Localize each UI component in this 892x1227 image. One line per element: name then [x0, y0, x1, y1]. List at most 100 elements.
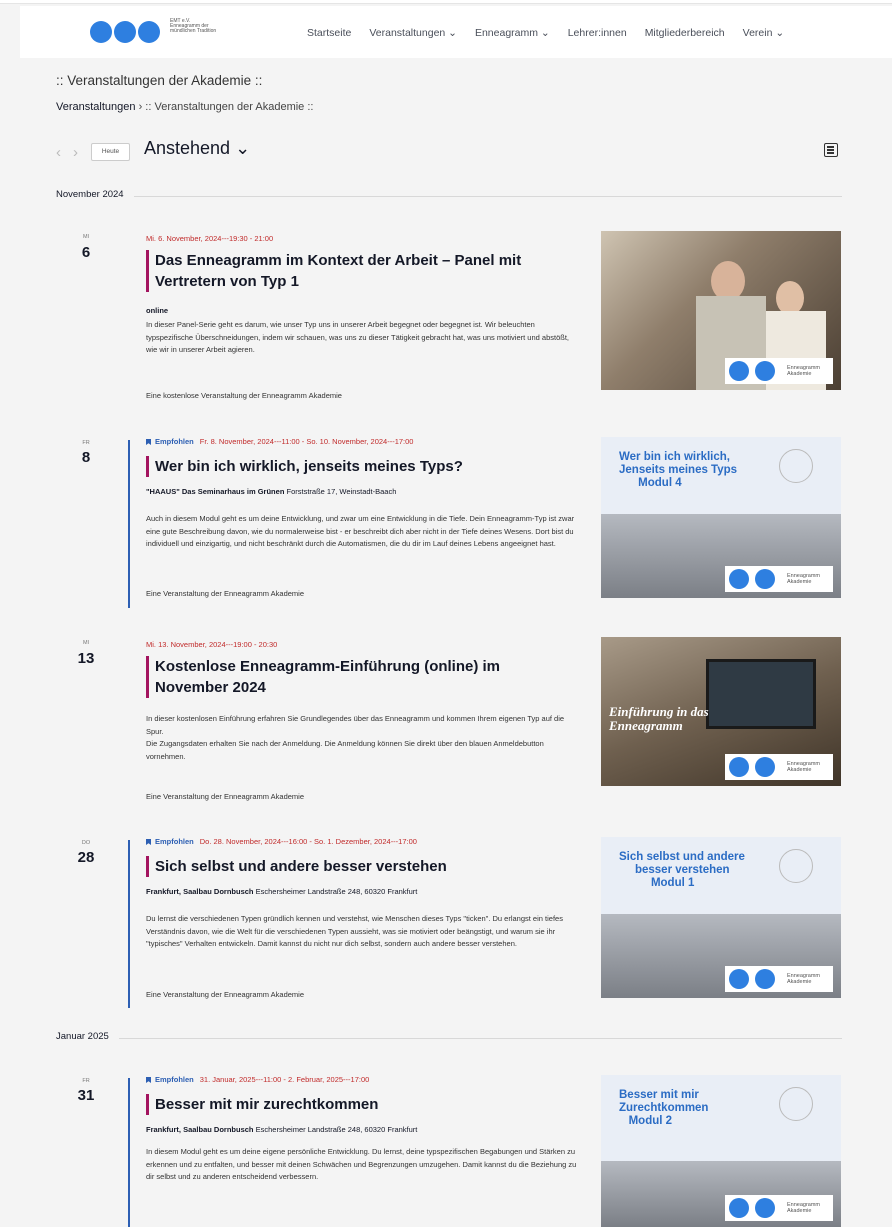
badge-circle-2 [755, 757, 775, 777]
month-separator-november: November 2024 [56, 189, 842, 203]
month-divider [56, 196, 842, 197]
badge-circle-1 [729, 1198, 749, 1218]
view-selector[interactable]: Anstehend ⌄ [144, 138, 250, 159]
bookmark-icon [146, 1077, 151, 1083]
event-day: 13 [77, 650, 95, 667]
event-weekday: FR [82, 1078, 90, 1084]
event-venue: online [146, 306, 169, 315]
event-title[interactable]: Besser mit mir zurechtkommen [146, 1094, 576, 1115]
event-day: 31 [77, 1087, 95, 1104]
bookmark-icon [146, 439, 151, 445]
event-weekday: MI [82, 640, 90, 646]
event-title[interactable]: Wer bin ich wirklich, jenseits meines Ty… [146, 456, 576, 477]
badge-text: Enneagramm Akademie [787, 761, 821, 773]
event-datetime: Empfohlen 31. Januar, 2025---11:00 - 2. F… [146, 1075, 369, 1084]
main-nav: Startseite Veranstaltungen ⌄ Enneagramm … [307, 27, 784, 39]
nav-lehrerinnen[interactable]: Lehrer:innen [568, 27, 627, 39]
image-caption: Sich selbst und andere besser verstehen … [619, 851, 745, 889]
laptop-screen [706, 659, 816, 729]
featured-badge: Empfohlen [146, 1075, 194, 1084]
nav-verein[interactable]: Verein ⌄ [743, 27, 785, 39]
event-day: 28 [77, 849, 95, 866]
event-item: MI 13 Mi. 13. November, 2024---19:00 - 2… [0, 637, 892, 807]
academy-badge: Enneagramm Akademie [725, 966, 833, 992]
event-day: 8 [81, 449, 91, 466]
nav-veranstaltungen[interactable]: Veranstaltungen ⌄ [369, 27, 457, 39]
badge-circle-2 [755, 1198, 775, 1218]
event-note: Eine Veranstaltung der Enneagramm Akadem… [146, 589, 305, 598]
image-caption: Besser mit mir Zurechtkommen Modul 2 [619, 1089, 709, 1127]
event-venue: "HAAUS" Das Seminarhaus im Grünen Forsts… [146, 487, 397, 496]
badge-circle-2 [755, 569, 775, 589]
event-description: In dieser Panel-Serie geht es darum, wie… [146, 320, 569, 354]
month-label: Januar 2025 [56, 1031, 119, 1042]
nav-startseite[interactable]: Startseite [307, 27, 351, 39]
event-datetime: Mi. 13. November, 2024---19:00 - 20:30 [146, 640, 278, 649]
event-description: Du lernst die verschiedenen Typen gründl… [146, 914, 563, 948]
logo-circle-3 [138, 21, 160, 43]
breadcrumb-current: :: Veranstaltungen der Akademie :: [145, 101, 314, 113]
list-view-icon[interactable] [824, 143, 838, 157]
top-border [0, 0, 892, 4]
speaker-head [711, 261, 745, 301]
event-weekday: DO [81, 840, 91, 846]
nav-mitgliederbereich[interactable]: Mitgliederbereich [645, 27, 725, 39]
event-image[interactable]: Wer bin ich wirklich, Jenseits meines Ty… [601, 437, 841, 598]
badge-circle-2 [755, 969, 775, 989]
site-logo[interactable]: EMT e.V. Enneagramm der mündlichen Tradi… [90, 18, 230, 48]
logo-text: EMT e.V. Enneagramm der mündlichen Tradi… [170, 18, 217, 34]
prev-arrow-icon[interactable]: ‹ [56, 144, 61, 161]
event-venue: Frankfurt, Saalbau Dornbusch Eschersheim… [146, 887, 418, 896]
event-image[interactable]: Besser mit mir Zurechtkommen Modul 2 Enn… [601, 1075, 841, 1227]
calendar-toolbar: ‹ › Heute Anstehend ⌄ [56, 138, 842, 166]
breadcrumb-separator: › [135, 101, 146, 113]
today-button[interactable]: Heute [91, 143, 130, 161]
event-datetime: Mi. 6. November, 2024---19:30 - 21:00 [146, 234, 274, 243]
image-caption: Einführung in das Enneagramm [609, 704, 709, 733]
badge-circle-1 [729, 969, 749, 989]
badge-circle-1 [729, 757, 749, 777]
featured-badge: Empfohlen [146, 437, 194, 446]
badge-text: Enneagramm Akademie [787, 973, 821, 985]
breadcrumb: Veranstaltungen › :: Veranstaltungen der… [56, 101, 313, 113]
badge-circle-1 [729, 569, 749, 589]
image-caption: Wer bin ich wirklich, Jenseits meines Ty… [619, 451, 738, 489]
logo-circle-1 [90, 21, 112, 43]
event-title[interactable]: Kostenlose Enneagramm-Einführung (online… [146, 656, 576, 698]
event-venue: Frankfurt, Saalbau Dornbusch Eschersheim… [146, 1125, 418, 1134]
academy-badge: Enneagramm Akademie [725, 754, 833, 780]
month-label: November 2024 [56, 189, 134, 200]
page-title: :: Veranstaltungen der Akademie :: [56, 73, 263, 88]
event-image[interactable]: Einführung in das Enneagramm Enneagramm … [601, 637, 841, 786]
event-image[interactable]: Enneagramm Akademie [601, 231, 841, 390]
event-image[interactable]: Sich selbst und andere besser verstehen … [601, 837, 841, 998]
event-weekday: MI [82, 234, 90, 240]
event-note: Eine Veranstaltung der Enneagramm Akadem… [146, 990, 305, 999]
attendee-head [776, 281, 804, 315]
badge-text: Enneagramm Akademie [787, 365, 821, 377]
featured-indicator [128, 840, 130, 1008]
badge-text: Enneagramm Akademie [787, 573, 821, 585]
event-description: Auch in diesem Modul geht es um deine En… [146, 514, 575, 548]
event-item: FR 31 Empfohlen 31. Januar, 2025---11:00 … [0, 1075, 892, 1227]
nav-enneagramm[interactable]: Enneagramm ⌄ [475, 27, 550, 39]
featured-indicator [128, 440, 130, 608]
next-arrow-icon[interactable]: › [73, 144, 78, 161]
event-day: 6 [81, 244, 91, 261]
event-description: In diesem Modul geht es um deine eigene … [146, 1147, 577, 1181]
event-datetime: Empfohlen Fr. 8. November, 2024---11:00 -… [146, 437, 413, 446]
month-separator-januar: Januar 2025 [56, 1031, 842, 1045]
breadcrumb-link[interactable]: Veranstaltungen [56, 101, 136, 113]
event-description: In dieser kostenlosen Einführung erfahre… [146, 714, 565, 761]
event-note: Eine Veranstaltung der Enneagramm Akadem… [146, 792, 305, 801]
event-item: FR 8 Empfohlen Fr. 8. November, 2024---11… [0, 437, 892, 608]
academy-badge: Enneagramm Akademie [725, 1195, 833, 1221]
badge-circle-1 [729, 361, 749, 381]
event-title[interactable]: Das Enneagramm im Kontext der Arbeit – P… [146, 250, 576, 292]
badge-text: Enneagramm Akademie [787, 1202, 821, 1214]
event-note: Eine kostenlose Veranstaltung der Enneag… [146, 391, 342, 400]
featured-badge: Empfohlen [146, 837, 194, 846]
event-title[interactable]: Sich selbst und andere besser verstehen [146, 856, 576, 877]
month-divider [56, 1038, 842, 1039]
enneagram-symbol-icon [779, 1087, 813, 1121]
